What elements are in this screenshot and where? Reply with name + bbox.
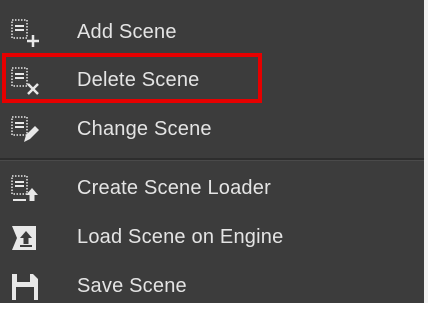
context-menu: Add Scene Delete Scene Change Scene Crea… xyxy=(0,0,424,303)
menu-item-label: Load Scene on Engine xyxy=(77,225,284,248)
menu-item-create-scene-loader[interactable]: Create Scene Loader xyxy=(0,164,424,212)
window-background xyxy=(424,0,428,303)
menu-item-label: Create Scene Loader xyxy=(77,176,271,199)
create-scene-loader-icon xyxy=(10,174,40,204)
menu-item-change-scene[interactable]: Change Scene xyxy=(0,105,424,153)
change-scene-icon xyxy=(10,115,40,145)
menu-item-load-scene-on-engine[interactable]: Load Scene on Engine xyxy=(0,213,424,261)
load-scene-on-engine-icon xyxy=(10,223,40,253)
menu-item-label: Save Scene xyxy=(77,274,187,297)
add-scene-icon xyxy=(10,18,40,48)
menu-item-label: Delete Scene xyxy=(77,68,200,91)
menu-item-label: Change Scene xyxy=(77,117,212,140)
menu-separator xyxy=(0,158,424,161)
menu-item-delete-scene[interactable]: Delete Scene xyxy=(0,56,424,104)
menu-item-add-scene[interactable]: Add Scene xyxy=(0,8,424,56)
save-icon xyxy=(10,272,40,302)
delete-scene-icon xyxy=(10,66,40,96)
menu-item-label: Add Scene xyxy=(77,20,177,43)
